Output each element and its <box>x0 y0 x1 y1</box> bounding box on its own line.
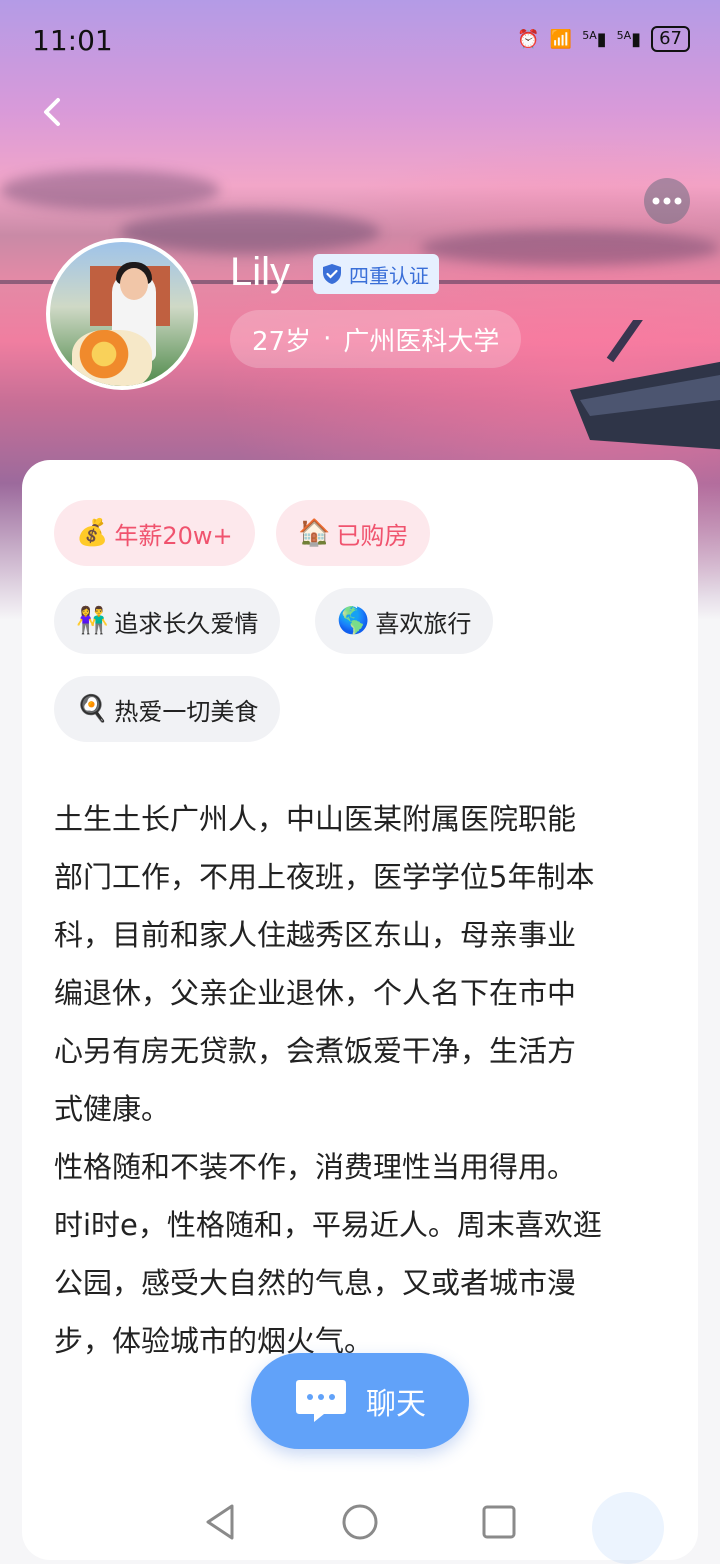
avatar[interactable] <box>46 238 198 390</box>
globe-icon: 🌎 <box>337 606 370 636</box>
profile-age: 27岁 <box>252 326 312 357</box>
frying-pan-icon: 🍳 <box>76 694 109 724</box>
signal-icon-1: 5A▮ <box>582 28 607 50</box>
chat-button[interactable]: 聊天 <box>251 1353 469 1449</box>
back-icon[interactable] <box>38 94 68 130</box>
chat-bubble-icon <box>296 1380 346 1422</box>
money-bag-icon: 💰 <box>76 518 109 548</box>
verification-label: 四重认证 <box>349 263 429 288</box>
more-icon <box>652 197 682 205</box>
verification-badge[interactable]: 四重认证 <box>313 254 439 294</box>
status-icons: ⏰ 📶 5A▮ 5A▮ 67 <box>517 26 690 52</box>
profile-school: 广州医科大学 <box>343 326 500 357</box>
nav-recents-icon[interactable] <box>477 1500 521 1544</box>
battery-indicator: 67 <box>651 26 690 52</box>
tag-label: 年薪20w+ <box>114 521 233 550</box>
tag-salary: 💰 年薪20w+ <box>54 500 255 566</box>
profile-bio: 土生土长广州人，中山医某附属医院职能 部门工作，不用上夜班，医学学位5年制本 科… <box>54 802 602 1358</box>
verified-shield-icon <box>323 264 341 284</box>
tag-love: 👫 追求长久爱情 <box>54 588 281 654</box>
profile-meta: 27岁 · 广州医科大学 <box>230 310 522 368</box>
meta-separator: · <box>323 324 332 354</box>
tag-house: 🏠 已购房 <box>276 500 431 566</box>
system-nav-bar <box>0 1480 720 1549</box>
more-options-button[interactable] <box>644 178 690 224</box>
signal-icon-2: 5A▮ <box>616 28 642 50</box>
wifi-icon: 📶 <box>549 28 573 50</box>
chat-button-label: 聊天 <box>366 1387 426 1422</box>
alarm-icon: ⏰ <box>517 28 540 50</box>
status-time: 11:01 <box>32 24 113 57</box>
tag-label: 已购房 <box>336 521 409 550</box>
profile-name: Lily <box>230 250 291 294</box>
tag-label: 热爱一切美食 <box>114 697 259 726</box>
tag-travel: 🌎 喜欢旅行 <box>315 588 494 654</box>
status-bar: 11:01 ⏰ 📶 5A▮ 5A▮ 67 <box>0 0 720 84</box>
nav-home-icon[interactable] <box>338 1500 382 1544</box>
tag-food: 🍳 热爱一切美食 <box>54 676 281 742</box>
couple-icon: 👫 <box>76 606 109 636</box>
tag-label: 喜欢旅行 <box>375 609 472 638</box>
tag-label: 追求长久爱情 <box>114 609 259 638</box>
nav-back-icon[interactable] <box>198 1500 242 1544</box>
boat-illustration <box>570 320 720 450</box>
house-icon: 🏠 <box>298 518 331 548</box>
